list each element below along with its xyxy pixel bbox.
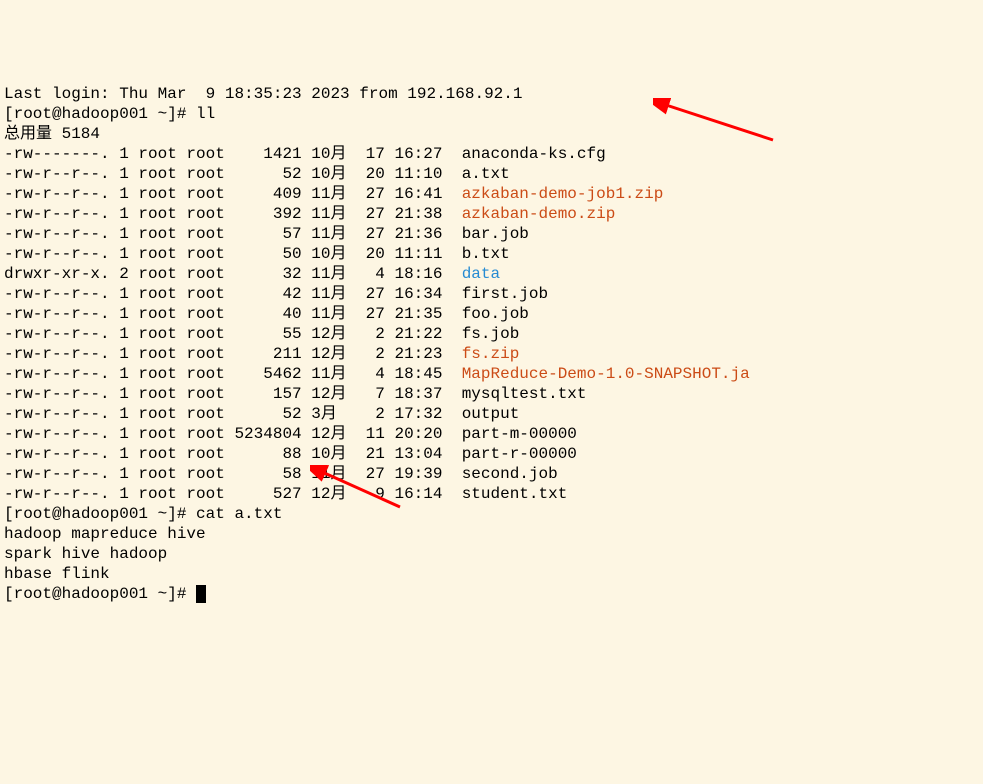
file-meta: -rw-------. 1 root root 1421 10月 17 16:2… xyxy=(4,145,462,163)
file-name: part-r-00000 xyxy=(462,445,577,463)
file-meta: -rw-r--r--. 1 root root 527 12月 9 16:14 xyxy=(4,485,462,503)
file-name: student.txt xyxy=(462,485,568,503)
file-meta: -rw-r--r--. 1 root root 409 11月 27 16:41 xyxy=(4,185,462,203)
file-meta: -rw-r--r--. 1 root root 5462 11月 4 18:45 xyxy=(4,365,462,383)
file-name: fs.job xyxy=(462,325,520,343)
file-meta: -rw-r--r--. 1 root root 52 10月 20 11:10 xyxy=(4,165,462,183)
file-name: first.job xyxy=(462,285,548,303)
file-meta: -rw-r--r--. 1 root root 5234804 12月 11 2… xyxy=(4,425,462,443)
last-login-text: Last login: Thu Mar 9 18:35:23 2023 from… xyxy=(4,85,522,103)
file-row: -rw-r--r--. 1 root root 57 11月 27 21:36 … xyxy=(4,224,979,244)
file-meta: -rw-r--r--. 1 root root 42 11月 27 16:34 xyxy=(4,285,462,303)
cat-output-text: spark hive hadoop xyxy=(4,545,167,563)
file-row: -rw-r--r--. 1 root root 527 12月 9 16:14 … xyxy=(4,484,979,504)
command-ll: ll xyxy=(196,105,215,123)
file-row: -rw-r--r--. 1 root root 40 11月 27 21:35 … xyxy=(4,304,979,324)
file-row: -rw-r--r--. 1 root root 392 11月 27 21:38… xyxy=(4,204,979,224)
file-row: -rw-r--r--. 1 root root 5462 11月 4 18:45… xyxy=(4,364,979,384)
file-name: second.job xyxy=(462,465,558,483)
command-line-1: [root@hadoop001 ~]# ll xyxy=(4,104,979,124)
file-name: MapReduce-Demo-1.0-SNAPSHOT.ja xyxy=(462,365,750,383)
file-row: -rw-r--r--. 1 root root 409 11月 27 16:41… xyxy=(4,184,979,204)
file-row: -rw-r--r--. 1 root root 52 3月 2 17:32 ou… xyxy=(4,404,979,424)
file-name: b.txt xyxy=(462,245,510,263)
file-meta: -rw-r--r--. 1 root root 88 10月 21 13:04 xyxy=(4,445,462,463)
cursor[interactable] xyxy=(196,585,206,603)
file-name: a.txt xyxy=(462,165,510,183)
shell-prompt: [root@hadoop001 ~]# xyxy=(4,505,196,523)
file-row: -rw-r--r--. 1 root root 157 12月 7 18:37 … xyxy=(4,384,979,404)
terminal-output[interactable]: Last login: Thu Mar 9 18:35:23 2023 from… xyxy=(4,84,979,604)
file-row: -rw-r--r--. 1 root root 5234804 12月 11 2… xyxy=(4,424,979,444)
command-cat: cat a.txt xyxy=(196,505,282,523)
file-name: fs.zip xyxy=(462,345,520,363)
file-meta: -rw-r--r--. 1 root root 211 12月 2 21:23 xyxy=(4,345,462,363)
file-row: -rw-r--r--. 1 root root 58 11月 27 19:39 … xyxy=(4,464,979,484)
file-row: -rw-r--r--. 1 root root 211 12月 2 21:23 … xyxy=(4,344,979,364)
shell-prompt: [root@hadoop001 ~]# xyxy=(4,585,196,603)
file-row: -rw-r--r--. 1 root root 50 10月 20 11:11 … xyxy=(4,244,979,264)
file-name: azkaban-demo.zip xyxy=(462,205,616,223)
file-meta: -rw-r--r--. 1 root root 58 11月 27 19:39 xyxy=(4,465,462,483)
command-line-3: [root@hadoop001 ~]# xyxy=(4,584,979,604)
last-login-line: Last login: Thu Mar 9 18:35:23 2023 from… xyxy=(4,84,979,104)
file-meta: drwxr-xr-x. 2 root root 32 11月 4 18:16 xyxy=(4,265,462,283)
file-row: -rw-r--r--. 1 root root 42 11月 27 16:34 … xyxy=(4,284,979,304)
file-meta: -rw-r--r--. 1 root root 55 12月 2 21:22 xyxy=(4,325,462,343)
file-row: -rw-r--r--. 1 root root 52 10月 20 11:10 … xyxy=(4,164,979,184)
file-name: anaconda-ks.cfg xyxy=(462,145,606,163)
file-name: azkaban-demo-job1.zip xyxy=(462,185,664,203)
shell-prompt: [root@hadoop001 ~]# xyxy=(4,105,196,123)
cat-output-text: hadoop mapreduce hive xyxy=(4,525,206,543)
total-usage-line: 总用量 5184 xyxy=(4,124,979,144)
cat-output-text: hbase flink xyxy=(4,565,110,583)
file-meta: -rw-r--r--. 1 root root 157 12月 7 18:37 xyxy=(4,385,462,403)
file-name: foo.job xyxy=(462,305,529,323)
file-name: output xyxy=(462,405,520,423)
file-row: drwxr-xr-x. 2 root root 32 11月 4 18:16 d… xyxy=(4,264,979,284)
file-name: mysqltest.txt xyxy=(462,385,587,403)
file-meta: -rw-r--r--. 1 root root 57 11月 27 21:36 xyxy=(4,225,462,243)
cat-output-line: hadoop mapreduce hive xyxy=(4,524,979,544)
file-name: data xyxy=(462,265,500,283)
file-meta: -rw-r--r--. 1 root root 50 10月 20 11:11 xyxy=(4,245,462,263)
file-meta: -rw-r--r--. 1 root root 392 11月 27 21:38 xyxy=(4,205,462,223)
file-row: -rw-r--r--. 1 root root 88 10月 21 13:04 … xyxy=(4,444,979,464)
file-name: bar.job xyxy=(462,225,529,243)
file-meta: -rw-r--r--. 1 root root 52 3月 2 17:32 xyxy=(4,405,462,423)
file-name: part-m-00000 xyxy=(462,425,577,443)
file-row: -rw-------. 1 root root 1421 10月 17 16:2… xyxy=(4,144,979,164)
cat-output-line: hbase flink xyxy=(4,564,979,584)
file-meta: -rw-r--r--. 1 root root 40 11月 27 21:35 xyxy=(4,305,462,323)
file-row: -rw-r--r--. 1 root root 55 12月 2 21:22 f… xyxy=(4,324,979,344)
command-line-2: [root@hadoop001 ~]# cat a.txt xyxy=(4,504,979,524)
cat-output-line: spark hive hadoop xyxy=(4,544,979,564)
total-usage-text: 总用量 5184 xyxy=(4,125,100,143)
